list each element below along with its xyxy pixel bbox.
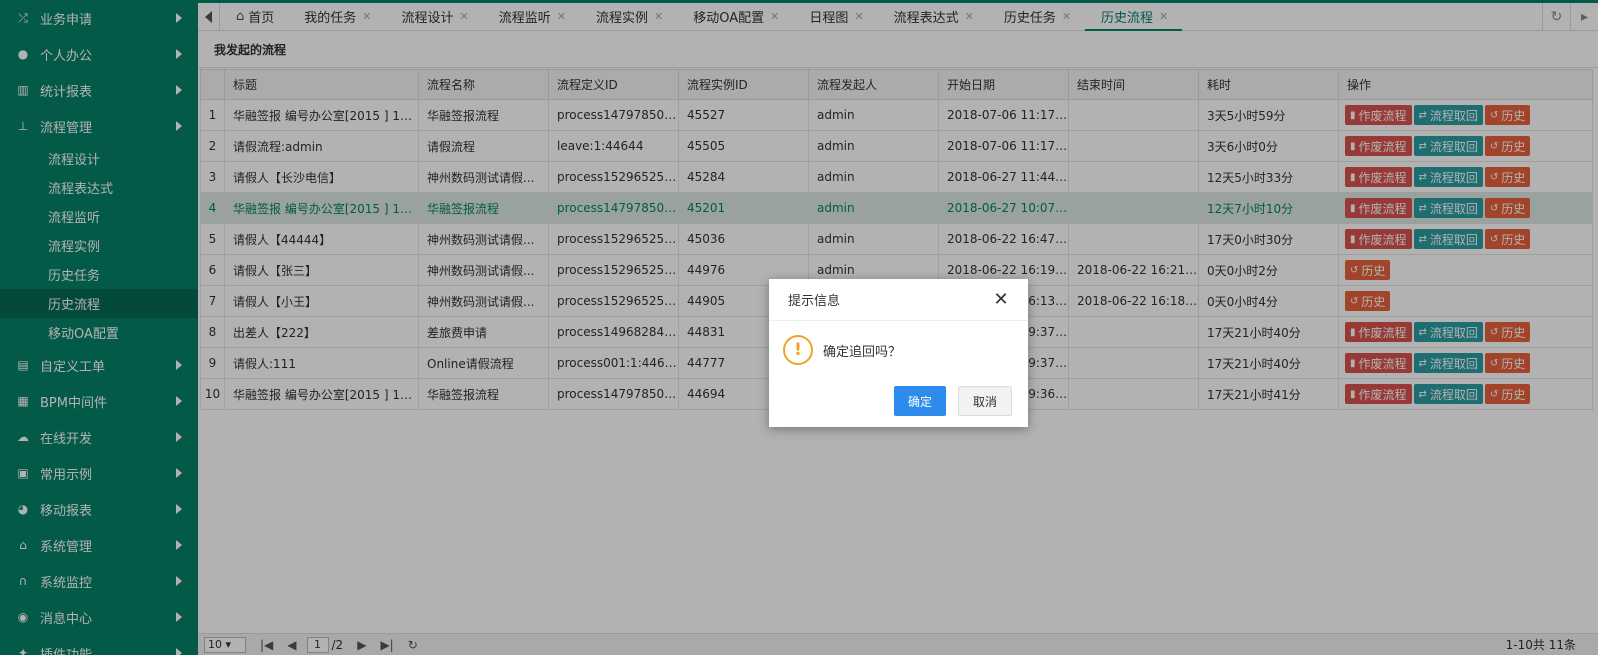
dialog-header: 提示信息 ✕: [769, 279, 1028, 321]
cancel-button[interactable]: 取消: [957, 386, 1012, 416]
dialog-message: 确定追回吗？: [823, 344, 902, 360]
dialog-footer: 确定 取消: [882, 386, 1012, 416]
warning-icon: !: [783, 335, 813, 365]
confirm-button[interactable]: 确定: [893, 386, 946, 416]
dialog-body: ! 确定追回吗？: [769, 321, 1028, 379]
close-icon: ✕: [993, 288, 1009, 310]
confirm-dialog: 提示信息 ✕ ! 确定追回吗？ 确定 取消: [769, 279, 1028, 427]
dialog-title: 提示信息: [788, 294, 841, 309]
dialog-close-button[interactable]: ✕: [990, 288, 1012, 310]
